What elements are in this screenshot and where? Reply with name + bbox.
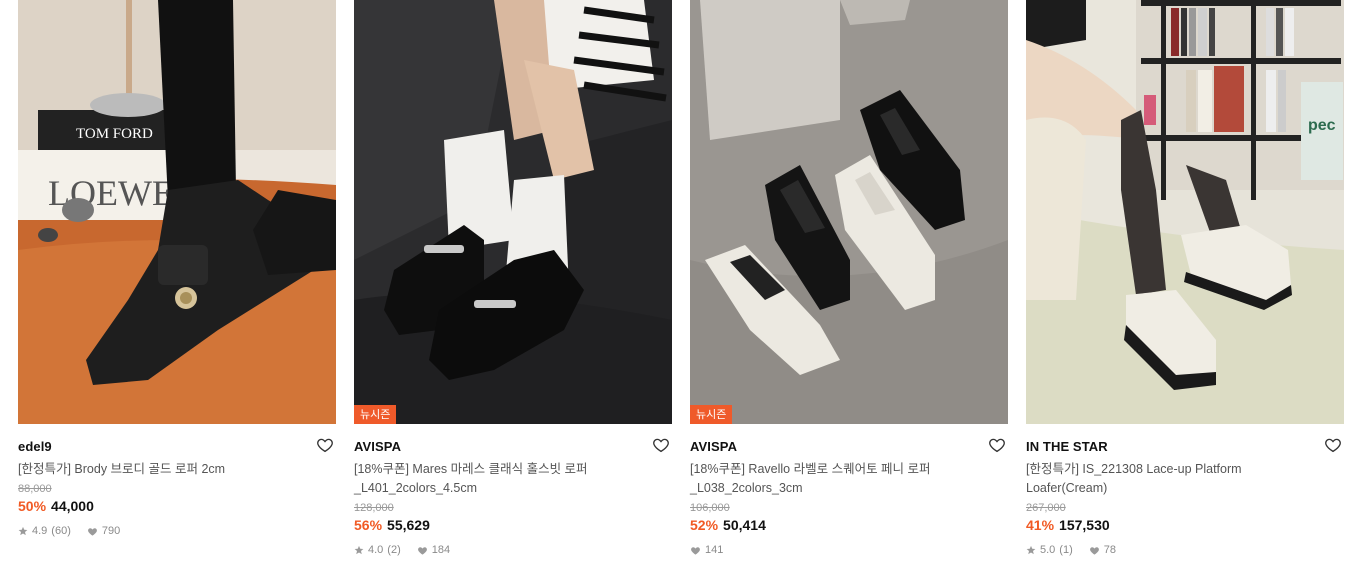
like-heart-icon (87, 526, 98, 537)
magazine-text: pec (1308, 117, 1336, 134)
product-grid: TOM FORD LOEWE edel9 [한정특가] Brody 브로디 골드… (0, 0, 1359, 566)
wishlist-heart-icon[interactable] (316, 436, 334, 454)
brand-row: AVISPA (690, 438, 1008, 456)
brand-row: edel9 (18, 438, 336, 456)
price-row: 50% 44,000 (18, 496, 336, 516)
original-price: 106,000 (690, 502, 730, 514)
discount-rate: 56% (354, 517, 383, 533)
original-price: 267,000 (1026, 502, 1066, 514)
discount-rate: 41% (1026, 517, 1055, 533)
price-row: 41% 157,530 (1026, 515, 1344, 535)
product-image[interactable]: pec (1026, 0, 1344, 424)
like-count: 78 (1103, 544, 1116, 556)
product-image[interactable]: 뉴시즌 (354, 0, 672, 424)
review-count: (60) (51, 525, 71, 537)
like-heart-icon (690, 545, 701, 556)
product-meta: 4.9 (60) 790 (18, 524, 336, 538)
product-title[interactable]: [한정특가] Brody 브로디 골드 로퍼 2cm (18, 460, 318, 479)
like-count: 184 (431, 544, 451, 556)
rating-value: 4.0 (368, 544, 384, 556)
like-heart-icon (1089, 545, 1100, 556)
product-title[interactable]: [한정특가] IS_221308 Lace-up Platform Loafer… (1026, 460, 1326, 498)
product-meta: 4.0 (2) 184 (354, 543, 672, 557)
rating-value: 5.0 (1040, 544, 1056, 556)
wishlist-heart-icon[interactable] (1324, 436, 1342, 454)
product-card[interactable]: pec IN THE STAR [한정특가] IS_221308 Lace-up… (1026, 0, 1344, 557)
sale-price: 44,000 (51, 498, 94, 514)
like-count: 790 (101, 525, 121, 537)
brand-row: AVISPA (354, 438, 672, 456)
like-heart-icon (417, 545, 428, 556)
sale-price: 50,414 (723, 517, 766, 533)
price-row: 52% 50,414 (690, 515, 1008, 535)
brand-name[interactable]: IN THE STAR (1026, 439, 1108, 454)
book-text: TOM FORD (76, 126, 153, 142)
product-meta: 141 (690, 543, 1008, 557)
discount-rate: 50% (18, 498, 47, 514)
brand-name[interactable]: edel9 (18, 439, 52, 454)
new-season-badge: 뉴시즌 (354, 405, 397, 424)
product-meta: 5.0 (1) 78 (1026, 543, 1344, 557)
product-image[interactable]: TOM FORD LOEWE (18, 0, 336, 424)
like-count: 141 (705, 544, 724, 556)
original-price: 88,000 (18, 483, 52, 495)
star-icon (354, 545, 364, 555)
star-icon (1026, 545, 1036, 555)
new-season-badge: 뉴시즌 (690, 405, 733, 424)
brand-name[interactable]: AVISPA (354, 439, 401, 454)
wishlist-heart-icon[interactable] (988, 436, 1006, 454)
price-row: 56% 55,629 (354, 515, 672, 535)
product-card[interactable]: 뉴시즌 AVISPA [18%쿠폰] Ravello 라벨로 스퀘어토 페니 로… (690, 0, 1008, 557)
star-icon (18, 526, 28, 536)
rating-value: 4.9 (32, 525, 48, 537)
product-card[interactable]: TOM FORD LOEWE edel9 [한정특가] Brody 브로디 골드… (18, 0, 336, 538)
review-count: (2) (387, 544, 401, 556)
product-title[interactable]: [18%쿠폰] Mares 마레스 클래식 홀스빗 로퍼 _L401_2colo… (354, 460, 654, 498)
product-title[interactable]: [18%쿠폰] Ravello 라벨로 스퀘어토 페니 로퍼 _L038_2co… (690, 460, 990, 498)
brand-row: IN THE STAR (1026, 438, 1344, 456)
product-image[interactable]: 뉴시즌 (690, 0, 1008, 424)
discount-rate: 52% (690, 517, 719, 533)
original-price: 128,000 (354, 502, 394, 514)
product-card[interactable]: 뉴시즌 AVISPA [18%쿠폰] Mares 마레스 클래식 홀스빗 로퍼 … (354, 0, 672, 557)
sale-price: 55,629 (387, 517, 430, 533)
brand-name[interactable]: AVISPA (690, 439, 737, 454)
sale-price: 157,530 (1059, 517, 1110, 533)
wishlist-heart-icon[interactable] (652, 436, 670, 454)
review-count: (1) (1059, 544, 1073, 556)
